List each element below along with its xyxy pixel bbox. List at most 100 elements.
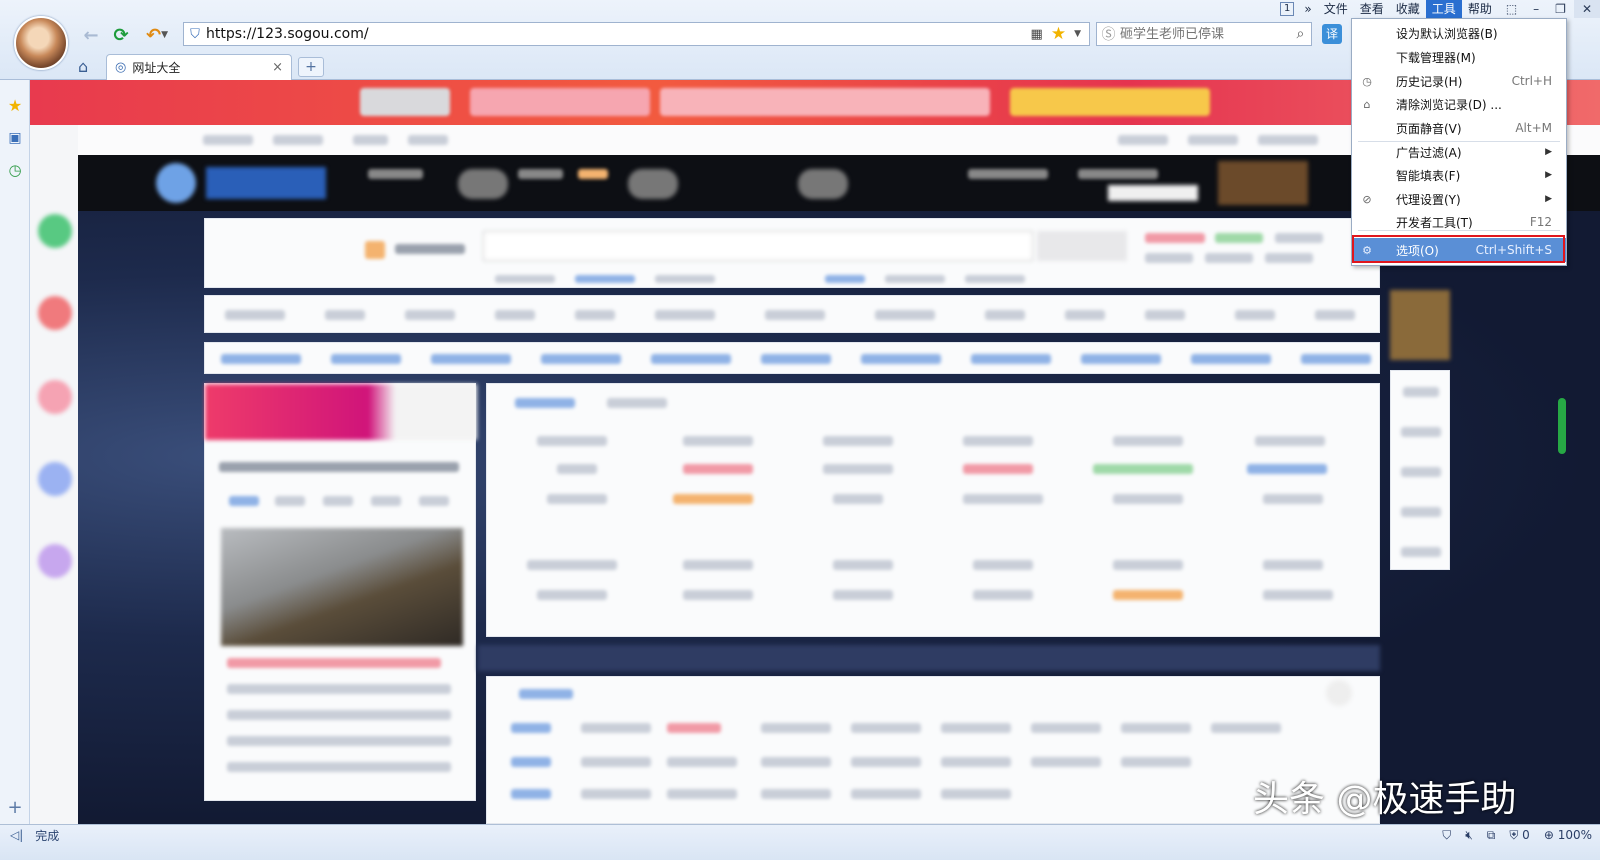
page-indicator[interactable]: 1 bbox=[1280, 2, 1295, 16]
menu-item-label: 代理设置(Y) bbox=[1396, 192, 1461, 207]
menu-item-3[interactable]: ⌂ 清除浏览记录(D) ... bbox=[1352, 92, 1566, 116]
search-box[interactable]: Ⓢ ⌕ bbox=[1096, 22, 1312, 46]
menu-separator bbox=[1358, 141, 1560, 142]
tab-title: 网址大全 bbox=[132, 61, 181, 75]
favorite-star-icon[interactable]: ★ bbox=[1051, 24, 1066, 44]
scrollbar-thumb[interactable] bbox=[1558, 398, 1566, 454]
menu-tools[interactable]: 工具 bbox=[1425, 0, 1462, 18]
menu-item-1[interactable]: 下载管理器(M) bbox=[1352, 45, 1566, 69]
more-menus-icon[interactable]: » bbox=[1298, 0, 1317, 18]
undo-icon: ↶ bbox=[145, 24, 162, 46]
menu-item-label: 历史记录(H) bbox=[1396, 74, 1463, 89]
site-directory bbox=[486, 383, 1380, 637]
zoom-level[interactable]: ⊕ 100% bbox=[1544, 828, 1592, 842]
category-nav bbox=[204, 295, 1380, 333]
more-sites bbox=[486, 676, 1380, 824]
menu-item-label: 下载管理器(M) bbox=[1396, 50, 1476, 65]
page-side-icon-5[interactable] bbox=[38, 544, 72, 578]
menu-item-7[interactable]: ⊘ 代理设置(Y) ▶ bbox=[1352, 187, 1566, 211]
gear-icon: ⚙ bbox=[1362, 243, 1372, 257]
search-icon[interactable]: ⌕ bbox=[1290, 26, 1311, 42]
translate-icon[interactable]: 译 bbox=[1322, 24, 1342, 44]
page-side-icon-2[interactable] bbox=[38, 296, 72, 330]
chevron-down-icon: ▼ bbox=[161, 30, 168, 40]
next-arrow-icon[interactable] bbox=[1326, 680, 1352, 706]
tab-sogou-navigation[interactable]: ◎ 网址大全 × bbox=[106, 54, 292, 80]
news-column bbox=[204, 383, 477, 801]
quick-links-row bbox=[204, 342, 1380, 374]
security-shield-icon: ⛉ bbox=[190, 26, 200, 42]
menu-favorites[interactable]: 收藏 bbox=[1390, 0, 1426, 18]
status-bar: ◁| 完成 ⛉ 🔇︎ ⧉ ⛨ 0 ⊕ 100% bbox=[0, 824, 1600, 860]
mute-icon[interactable]: 🔇︎ bbox=[1465, 828, 1473, 843]
user-avatar[interactable] bbox=[14, 16, 68, 70]
submenu-arrow-icon: ▶ bbox=[1545, 194, 1552, 204]
address-bar[interactable]: ⛉ https://123.sogou.com/ ▦ ★ ▼ bbox=[183, 22, 1090, 46]
search-panel bbox=[204, 218, 1380, 288]
menu-item-label: 清除浏览记录(D) ... bbox=[1396, 97, 1502, 112]
new-tab-button[interactable]: + bbox=[298, 57, 324, 77]
menu-item-shortcut: Ctrl+Shift+S bbox=[1475, 243, 1552, 257]
menu-item-9[interactable]: ⚙ 选项(O) Ctrl+Shift+S bbox=[1352, 238, 1566, 262]
toggle-sidebar-icon[interactable]: ◁| bbox=[10, 828, 23, 842]
sogou-search-icon: Ⓢ bbox=[1101, 27, 1116, 43]
restore-button[interactable]: ❐ bbox=[1547, 0, 1574, 18]
skin-icon[interactable]: ⬚ bbox=[1498, 0, 1525, 18]
menu-item-shortcut: F12 bbox=[1529, 215, 1552, 229]
menu-file[interactable]: 文件 bbox=[1318, 0, 1354, 18]
menu-item-label: 智能填表(F) bbox=[1396, 168, 1461, 183]
undo-close-button[interactable]: ↶ ▼ bbox=[140, 24, 174, 46]
menu-item-0[interactable]: 设为默认浏览器(B) bbox=[1352, 21, 1566, 45]
reading-list-icon[interactable]: ▣ bbox=[5, 128, 25, 148]
menu-item-label: 设为默认浏览器(B) bbox=[1396, 26, 1498, 41]
side-links bbox=[1390, 370, 1450, 570]
menu-help[interactable]: 帮助 bbox=[1462, 0, 1498, 18]
minimize-button[interactable]: – bbox=[1525, 0, 1547, 18]
refresh-icon: ⟳ bbox=[113, 24, 129, 46]
url-text[interactable]: https://123.sogou.com/ bbox=[206, 26, 1031, 42]
globe-icon: ◎ bbox=[115, 60, 127, 75]
broom-icon: ⌂ bbox=[1363, 97, 1371, 111]
qr-code-icon[interactable]: ▦ bbox=[1031, 27, 1043, 42]
side-ad-image[interactable] bbox=[1390, 290, 1450, 360]
menu-item-2[interactable]: ◷ 历史记录(H) Ctrl+H bbox=[1352, 69, 1566, 93]
watermark-text: 头条 @极速手助 bbox=[1253, 779, 1517, 820]
menu-item-label: 广告过滤(A) bbox=[1396, 145, 1462, 160]
home-icon[interactable]: ⌂ bbox=[78, 57, 88, 76]
zoom-value: 100% bbox=[1557, 828, 1592, 842]
page-side-icon-4[interactable] bbox=[38, 462, 72, 496]
page-side-icon-1[interactable] bbox=[38, 214, 72, 248]
screenshot-icon[interactable]: ⧉ bbox=[1487, 828, 1496, 843]
menu-item-label: 选项(O) bbox=[1396, 243, 1439, 258]
menu-item-shortcut: Alt+M bbox=[1515, 121, 1552, 135]
menu-item-6[interactable]: 智能填表(F) ▶ bbox=[1352, 163, 1566, 187]
security-icon[interactable]: ⛉ bbox=[1442, 828, 1451, 843]
address-dropdown-icon[interactable]: ▼ bbox=[1074, 29, 1081, 39]
ad-block-counter[interactable]: ⛨ 0 bbox=[1509, 828, 1529, 843]
favorites-star-icon[interactable]: ★ bbox=[5, 96, 25, 116]
back-arrow-icon: ← bbox=[83, 24, 99, 46]
dark-link-strip bbox=[478, 645, 1380, 671]
search-input[interactable] bbox=[1119, 26, 1290, 42]
page-side-icon-3[interactable] bbox=[38, 380, 72, 414]
menu-separator bbox=[1358, 230, 1560, 231]
menu-item-4[interactable]: 页面静音(V) Alt+M bbox=[1352, 116, 1566, 140]
close-window-button[interactable]: ✕ bbox=[1573, 0, 1600, 18]
status-text: 完成 bbox=[35, 828, 60, 843]
refresh-button[interactable]: ⟳ bbox=[110, 24, 132, 46]
menu-item-shortcut: Ctrl+H bbox=[1511, 74, 1552, 88]
submenu-arrow-icon: ▶ bbox=[1545, 170, 1552, 180]
close-tab-icon[interactable]: × bbox=[272, 60, 283, 75]
add-sidebar-item-icon[interactable]: + bbox=[5, 798, 25, 818]
menu-bar: 1 » 文件 查看 收藏 工具 帮助 ⬚ – ❐ ✕ bbox=[1280, 0, 1600, 18]
history-clock-icon[interactable]: ◷ bbox=[5, 160, 25, 180]
tools-dropdown-menu: 设为默认浏览器(B) 下载管理器(M) ◷ 历史记录(H) Ctrl+H ⌂ 清除浏览记录(… bbox=[1351, 18, 1567, 266]
clock-icon: ◷ bbox=[1362, 74, 1372, 88]
menu-item-label: 开发者工具(T) bbox=[1396, 215, 1473, 230]
sidebar: ★ ▣ ◷ + bbox=[0, 80, 30, 844]
submenu-arrow-icon: ▶ bbox=[1545, 147, 1552, 157]
menu-item-5[interactable]: 广告过滤(A) ▶ bbox=[1352, 140, 1566, 164]
menu-view[interactable]: 查看 bbox=[1354, 0, 1390, 18]
ad-block-count: 0 bbox=[1522, 827, 1530, 842]
back-button[interactable]: ← bbox=[80, 24, 102, 46]
